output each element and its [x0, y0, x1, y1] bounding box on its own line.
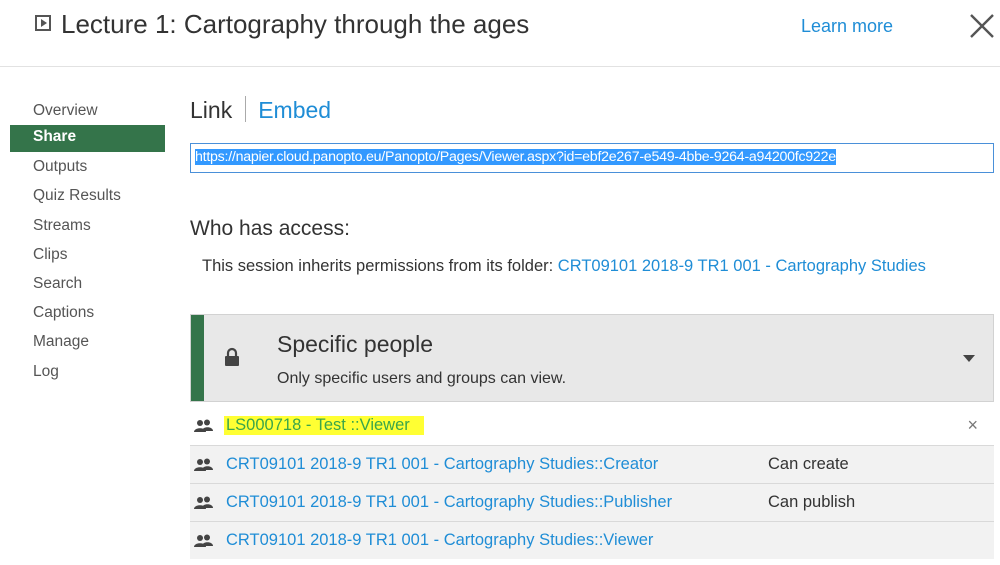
sidebar-item-overview[interactable]: Overview — [10, 96, 165, 125]
permission-name[interactable]: CRT09101 2018-9 TR1 001 - Cartography St… — [226, 531, 653, 550]
remove-icon[interactable]: × — [967, 415, 978, 436]
sidebar-nav: Overview Share Outputs Quiz Results Stre… — [10, 96, 165, 386]
sidebar-item-log[interactable]: Log — [10, 357, 165, 386]
sidebar-item-clips[interactable]: Clips — [10, 240, 165, 269]
who-has-access-heading: Who has access: — [190, 217, 350, 240]
access-level-description: Only specific users and groups can view. — [277, 370, 567, 387]
permission-row: CRT09101 2018-9 TR1 001 - Cartography St… — [190, 445, 994, 483]
link-embed-tabs: Link Embed — [190, 96, 996, 130]
tab-link[interactable]: Link — [190, 97, 232, 123]
share-panel: Link Embed https://napier.cloud.panopto.e… — [190, 96, 996, 559]
sidebar-item-quiz-results[interactable]: Quiz Results — [10, 181, 165, 210]
sidebar-item-search[interactable]: Search — [10, 269, 165, 298]
group-icon — [194, 419, 214, 438]
access-level-title: Specific people — [277, 331, 433, 357]
inherit-notice: This session inherits permissions from i… — [202, 254, 992, 278]
access-accent-bar — [191, 315, 204, 401]
tab-embed[interactable]: Embed — [258, 97, 331, 123]
share-url-field[interactable]: https://napier.cloud.panopto.eu/Panopto/… — [190, 143, 994, 173]
permission-role: Can create — [768, 455, 849, 473]
access-level-dropdown[interactable]: Specific people Only specific users and … — [190, 314, 994, 402]
chevron-down-icon[interactable] — [963, 355, 975, 362]
page-title: Lecture 1: Cartography through the ages — [61, 9, 530, 39]
lock-icon — [224, 347, 240, 372]
sidebar-item-share[interactable]: Share — [10, 125, 165, 153]
play-icon — [35, 15, 51, 31]
share-url-text[interactable]: https://napier.cloud.panopto.eu/Panopto/… — [195, 149, 836, 165]
permission-row: CRT09101 2018-9 TR1 001 - Cartography St… — [190, 483, 994, 521]
tab-divider — [245, 96, 247, 122]
permission-name[interactable]: LS000718 - Test ::Viewer — [224, 416, 424, 435]
permission-row: LS000718 - Test ::Viewer × — [190, 407, 994, 445]
folder-link[interactable]: CRT09101 2018-9 TR1 001 - Cartography St… — [558, 257, 926, 275]
inherit-text: This session inherits permissions from i… — [202, 257, 558, 275]
permission-name[interactable]: CRT09101 2018-9 TR1 001 - Cartography St… — [226, 455, 658, 474]
learn-more-link[interactable]: Learn more — [801, 16, 893, 37]
permission-row: CRT09101 2018-9 TR1 001 - Cartography St… — [190, 521, 994, 559]
group-icon — [194, 496, 214, 515]
sidebar-item-captions[interactable]: Captions — [10, 298, 165, 327]
sidebar-item-streams[interactable]: Streams — [10, 211, 165, 240]
permission-role: Can publish — [768, 493, 856, 511]
header: Lecture 1: Cartography through the ages … — [0, 0, 1000, 67]
permission-name[interactable]: CRT09101 2018-9 TR1 001 - Cartography St… — [226, 493, 672, 512]
group-icon — [194, 534, 214, 553]
group-icon — [194, 458, 214, 477]
close-icon[interactable] — [967, 11, 997, 41]
sidebar-item-manage[interactable]: Manage — [10, 327, 165, 356]
sidebar-item-outputs[interactable]: Outputs — [10, 152, 165, 181]
